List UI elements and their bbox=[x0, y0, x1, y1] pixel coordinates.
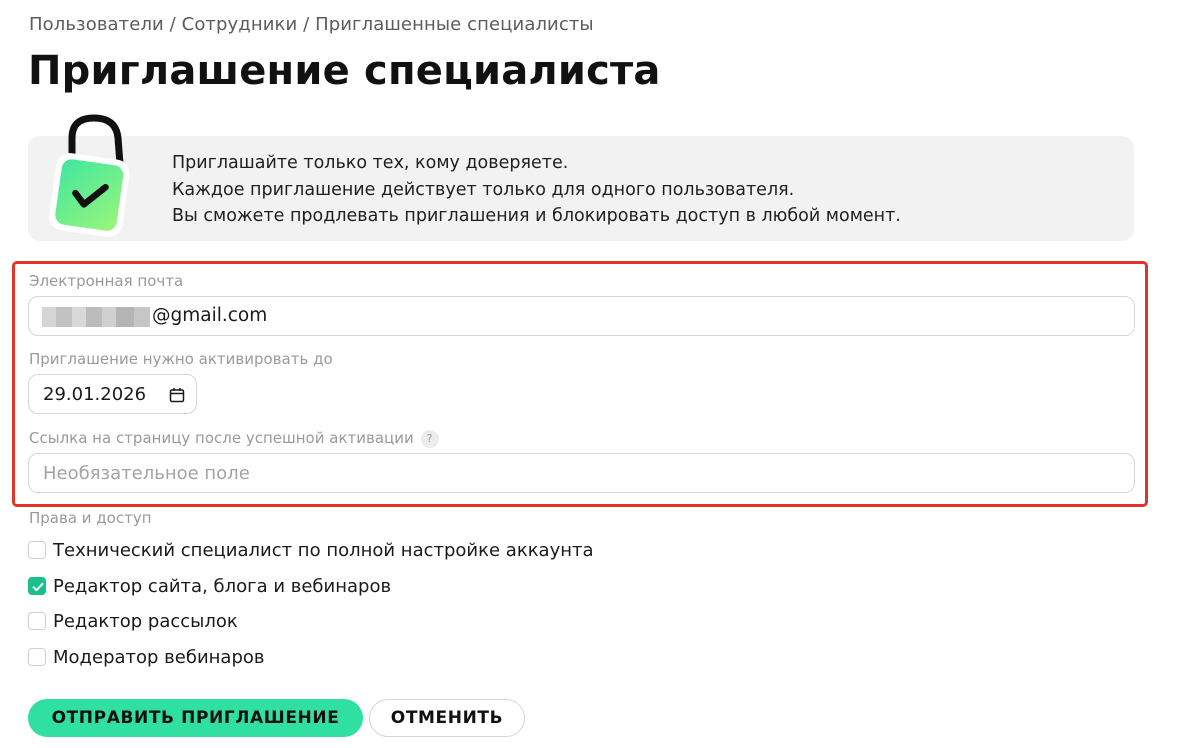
email-label: Электронная почта bbox=[29, 272, 184, 290]
email-value: @gmail.com bbox=[152, 305, 268, 326]
permission-option[interactable]: Редактор рассылок bbox=[28, 610, 238, 632]
lock-check-icon bbox=[49, 114, 130, 237]
permission-option[interactable]: Модератор вебинаров bbox=[28, 646, 265, 668]
email-redacted-text bbox=[42, 307, 150, 327]
permission-option[interactable]: Редактор сайта, блога и вебинаров bbox=[28, 575, 391, 597]
redirect-url-input[interactable] bbox=[29, 454, 1134, 492]
expiry-date-field[interactable]: 29.01.2026 bbox=[28, 374, 197, 414]
permission-checkbox[interactable] bbox=[28, 577, 46, 595]
breadcrumb[interactable]: Пользователи / Сотрудники / Приглашенные… bbox=[29, 14, 594, 35]
permission-label: Модератор вебинаров bbox=[53, 646, 265, 668]
question-icon[interactable]: ? bbox=[420, 429, 439, 448]
permission-label: Технический специалист по полной настрой… bbox=[53, 539, 594, 561]
calendar-icon[interactable] bbox=[169, 387, 185, 403]
permissions-label: Права и доступ bbox=[29, 509, 152, 527]
send-invitation-button[interactable]: ОТПРАВИТЬ ПРИГЛАШЕНИЕ bbox=[28, 699, 363, 737]
info-text: Приглашайте только тех, кому доверяете. … bbox=[172, 150, 901, 230]
permission-checkbox[interactable] bbox=[28, 541, 46, 559]
expiry-date-value: 29.01.2026 bbox=[43, 384, 147, 405]
expiry-label: Приглашение нужно активировать до bbox=[29, 350, 333, 368]
cancel-button[interactable]: ОТМЕНИТЬ bbox=[369, 699, 525, 737]
permission-checkbox[interactable] bbox=[28, 612, 46, 630]
redirect-label-text: Ссылка на страницу после успешной актива… bbox=[29, 429, 414, 447]
email-field[interactable]: @gmail.com bbox=[28, 296, 1135, 336]
info-line: Каждое приглашение действует только для … bbox=[172, 179, 795, 200]
permission-option[interactable]: Технический специалист по полной настрой… bbox=[28, 539, 594, 561]
info-line: Вы сможете продлевать приглашения и блок… bbox=[172, 206, 901, 226]
permission-checkbox[interactable] bbox=[28, 648, 46, 666]
info-line: Приглашайте только тех, кому доверяете. bbox=[172, 153, 569, 173]
permission-label: Редактор рассылок bbox=[53, 610, 238, 632]
page-title: Приглашение специалиста bbox=[28, 48, 661, 94]
redirect-label: Ссылка на страницу после успешной актива… bbox=[29, 429, 439, 448]
checkmark-icon bbox=[32, 582, 44, 592]
redirect-url-field[interactable] bbox=[28, 453, 1135, 493]
permission-label: Редактор сайта, блога и вебинаров bbox=[53, 575, 392, 597]
